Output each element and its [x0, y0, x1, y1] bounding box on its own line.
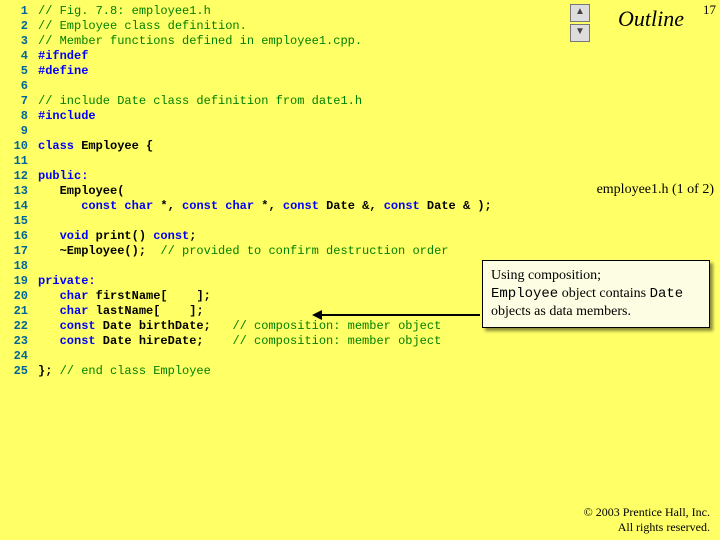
- callout-code-word: Employee: [491, 286, 558, 302]
- code-line: 14 const char *, const char *, const Dat…: [4, 199, 492, 214]
- file-label: employee1.h (1 of 2): [597, 182, 714, 198]
- outline-heading: Outline: [618, 6, 684, 32]
- callout-box: Using composition; Employee object conta…: [482, 260, 710, 328]
- code-line: 11: [4, 154, 492, 169]
- code-line: 2// Employee class definition.: [4, 19, 492, 34]
- code-listing: 1// Fig. 7.8: employee1.h 2// Employee c…: [4, 4, 492, 379]
- code-line: 23 const Date hireDate; // composition: …: [4, 334, 492, 349]
- code-line: 4#ifndef: [4, 49, 492, 64]
- nav-down-button[interactable]: ▼: [570, 24, 590, 42]
- nav-up-button[interactable]: ▲: [570, 4, 590, 22]
- code-line: 5#define: [4, 64, 492, 79]
- callout-arrow-icon: [320, 314, 480, 316]
- copyright-line: All rights reserved.: [584, 520, 710, 534]
- outline-nav: ▲ ▼: [570, 4, 590, 42]
- code-line: 10class Employee {: [4, 139, 492, 154]
- code-line: 1// Fig. 7.8: employee1.h: [4, 4, 492, 19]
- code-line: 13 Employee(: [4, 184, 492, 199]
- callout-text: objects as data members.: [491, 304, 631, 319]
- code-line: 7// include Date class definition from d…: [4, 94, 492, 109]
- code-line: 18: [4, 259, 492, 274]
- code-line: 24: [4, 349, 492, 364]
- code-line: 20 char firstName[ ];: [4, 289, 492, 304]
- code-line: 21 char lastName[ ];: [4, 304, 492, 319]
- slide-number: 17: [703, 2, 716, 18]
- code-line: 8#include: [4, 109, 492, 124]
- code-line: 3// Member functions defined in employee…: [4, 34, 492, 49]
- callout-text: object contains: [558, 286, 649, 301]
- code-line: 6: [4, 79, 492, 94]
- copyright: © 2003 Prentice Hall, Inc. All rights re…: [584, 505, 710, 534]
- callout-code-word: Date: [650, 286, 684, 302]
- code-line: 16 void print() const;: [4, 229, 492, 244]
- code-line: 15: [4, 214, 492, 229]
- code-line: 22 const Date birthDate; // composition:…: [4, 319, 492, 334]
- copyright-line: © 2003 Prentice Hall, Inc.: [584, 505, 710, 519]
- code-line: 17 ~Employee(); // provided to confirm d…: [4, 244, 492, 259]
- code-line: 19private:: [4, 274, 492, 289]
- code-line: 12public:: [4, 169, 492, 184]
- callout-text: Using composition;: [491, 268, 601, 283]
- code-line: 25}; // end class Employee: [4, 364, 492, 379]
- code-line: 9: [4, 124, 492, 139]
